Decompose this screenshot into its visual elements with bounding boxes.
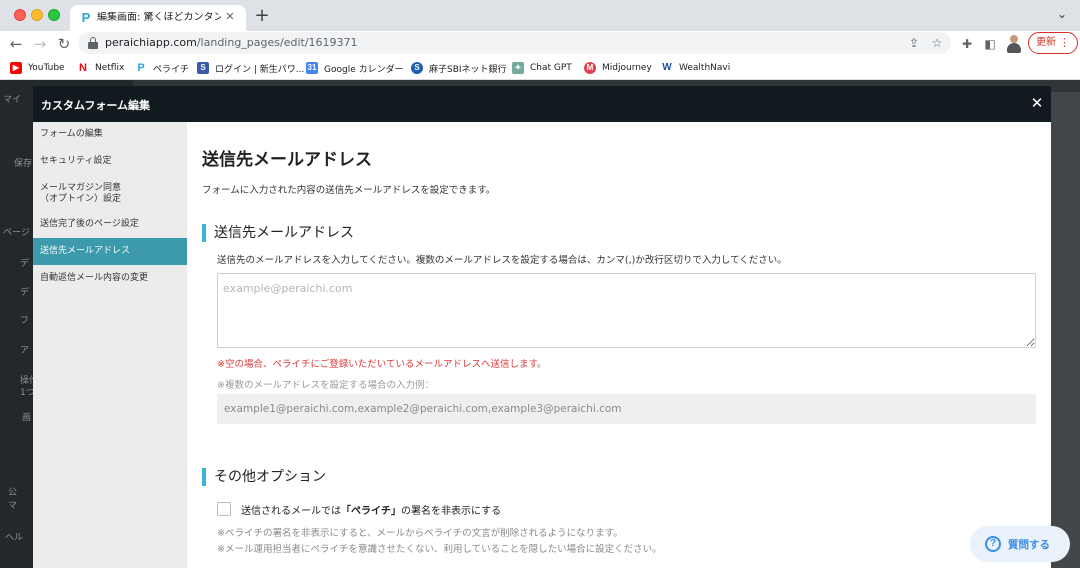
url-text: peraichiapp.com/landing_pages/edit/16193…	[105, 36, 358, 49]
sidebar-fragment: 画	[22, 413, 32, 423]
section-heading-recipient: 送信先メールアドレス	[202, 224, 354, 242]
help-button[interactable]: ? 質問する	[970, 526, 1070, 562]
share-icon[interactable]: ⇪	[906, 35, 922, 51]
side-panel-icon[interactable]: ◧	[981, 35, 999, 53]
help-label: 質問する	[1008, 538, 1050, 551]
address-bar[interactable]: peraichiapp.com/landing_pages/edit/16193…	[78, 32, 951, 54]
nav-label: メールマガジン同意 （オプトイン）設定	[40, 183, 122, 204]
bookmark-label: ペライチ	[153, 64, 190, 75]
sidebar-fragment: フ	[20, 316, 30, 326]
bookmark-label: 麻子SBIネット銀行	[429, 64, 507, 75]
tab-title: 編集画面: 驚くほどカンタン！無料	[97, 12, 221, 23]
wealthnavi-icon: W	[662, 62, 672, 73]
close-icon[interactable]: ✕	[1029, 95, 1045, 111]
sidebar-fragment: 保存	[14, 159, 33, 169]
browser-toolbar: ← → ↻ peraichiapp.com/landing_pages/edit…	[0, 31, 1080, 56]
sidebar-fragment: マイ	[3, 95, 22, 105]
sidebar-fragment: デ	[20, 288, 30, 298]
signature-note-2: ※メール運用担当者にペライチを意識させたくない、利用していることを隠したい場合に…	[217, 544, 662, 555]
forward-arrow-icon[interactable]: →	[30, 34, 50, 54]
bookmark-shinsei[interactable]: S ログイン | 新生パワ...	[197, 60, 304, 76]
empty-warning: ※空の場合、ペライチにご登録いただいているメールアドレスへ送信します。	[217, 359, 547, 370]
bookmarks-bar: ▶ YouTube N Netflix P ペライチ S ログイン | 新生パワ…	[0, 56, 1080, 80]
modal-content: 送信先メールアドレス フォームに入力された内容の送信先メールアドレスを設定できま…	[187, 122, 1051, 568]
hide-signature-option[interactable]: 送信されるメールでは「ペライチ」の署名を非表示にする	[217, 501, 501, 517]
question-icon: ?	[985, 536, 1001, 552]
sidebar-fragment: ページ	[3, 228, 30, 238]
sidebar-fragment: マ	[8, 501, 18, 511]
extensions-puzzle-icon[interactable]: ✚	[958, 35, 976, 53]
nav-item-recipient-email[interactable]: 送信先メールアドレス	[33, 238, 187, 265]
shinsei-icon: S	[197, 62, 209, 74]
nav-label: フォームの編集	[40, 129, 103, 139]
bookmark-chatgpt[interactable]: ✦ Chat GPT	[512, 60, 572, 76]
lock-icon	[88, 37, 98, 49]
midjourney-icon: M	[584, 62, 596, 74]
peraichi-favicon-icon: P	[81, 10, 91, 25]
bookmark-netflix[interactable]: N Netflix	[77, 60, 124, 76]
bookmark-youtube[interactable]: ▶ YouTube	[10, 60, 65, 76]
profile-avatar[interactable]	[1006, 35, 1022, 53]
reload-icon[interactable]: ↻	[54, 34, 74, 54]
close-window-button[interactable]	[14, 9, 26, 21]
netflix-icon: N	[79, 62, 87, 74]
bookmark-wealthnavi[interactable]: W WealthNavi	[661, 60, 730, 76]
sidebar-fragment: 公	[8, 488, 18, 498]
hide-signature-checkbox[interactable]	[217, 502, 231, 516]
back-arrow-icon[interactable]: ←	[6, 34, 26, 54]
nav-item-thanks-page[interactable]: 送信完了後のページ設定	[33, 211, 187, 237]
peraichi-icon: P	[137, 62, 145, 74]
nav-label: 自動返信メール内容の変更	[40, 273, 149, 283]
nav-item-auto-reply[interactable]: 自動返信メール内容の変更	[33, 265, 187, 291]
example-note: ※複数のメールアドレスを設定する場合の入力例：	[217, 380, 434, 391]
sbi-icon: S	[411, 62, 423, 74]
page-title: 送信先メールアドレス	[202, 150, 372, 170]
bookmark-label: Midjourney	[602, 63, 652, 73]
custom-form-modal: カスタムフォーム編集 ✕ フォームの編集 セキュリティ設定 メールマガジン同意 …	[33, 86, 1051, 568]
nav-label: 送信完了後のページ設定	[40, 219, 139, 229]
bookmark-peraichi[interactable]: P ペライチ	[135, 60, 189, 76]
bookmark-label: Chat GPT	[530, 63, 572, 73]
bookmark-label: Netflix	[95, 63, 125, 73]
browser-tab[interactable]: P 編集画面: 驚くほどカンタン！無料 ✕	[70, 5, 246, 31]
tab-search-chevron-icon[interactable]: ⌄	[1054, 7, 1070, 23]
bookmark-label: WealthNavi	[679, 63, 731, 73]
bookmark-star-icon[interactable]: ☆	[929, 35, 945, 51]
sidebar-fragment: デ	[20, 259, 30, 269]
maximize-window-button[interactable]	[48, 9, 60, 21]
sidebar-fragment: ア	[20, 346, 30, 356]
calendar-icon: 31	[306, 62, 318, 74]
page-description: フォームに入力された内容の送信先メールアドレスを設定できます。	[202, 185, 496, 196]
modal-header: カスタムフォーム編集 ✕	[33, 86, 1051, 122]
section-heading-options: その他オプション	[202, 468, 326, 486]
tab-close-icon[interactable]: ✕	[223, 10, 237, 24]
hide-signature-label[interactable]: 送信されるメールでは「ペライチ」の署名を非表示にする	[241, 502, 501, 517]
bookmark-midjourney[interactable]: M Midjourney	[584, 60, 652, 76]
bookmark-label: YouTube	[28, 63, 65, 73]
example-value-box: example1@peraichi.com,example2@peraichi.…	[217, 394, 1036, 424]
nav-item-form-edit[interactable]: フォームの編集	[33, 122, 187, 147]
nav-label: 送信先メールアドレス	[40, 246, 131, 256]
nav-item-optin[interactable]: メールマガジン同意 （オプトイン）設定	[33, 178, 187, 210]
chatgpt-icon: ✦	[512, 62, 524, 74]
bookmark-google-calendar[interactable]: 31 Google カレンダー	[306, 60, 404, 76]
nav-item-security[interactable]: セキュリティ設定	[33, 148, 187, 174]
update-button[interactable]: 更新 ⋮	[1028, 32, 1078, 54]
youtube-icon: ▶	[10, 62, 22, 74]
new-tab-button[interactable]: +	[252, 6, 272, 26]
modal-title: カスタムフォーム編集	[41, 99, 151, 112]
bookmark-label: ログイン | 新生パワ...	[215, 64, 305, 75]
signature-note-1: ※ペライチの署名を非表示にすると、メールからペライチの文言が削除されるようになり…	[217, 528, 623, 539]
tab-strip: P 編集画面: 驚くほどカンタン！無料 ✕ + ⌄	[0, 0, 1080, 31]
recipient-email-textarea[interactable]	[217, 273, 1036, 348]
menu-dots-icon: ⋮	[1059, 36, 1070, 49]
bookmark-sbi[interactable]: S 麻子SBIネット銀行	[411, 60, 507, 76]
modal-nav: フォームの編集 セキュリティ設定 メールマガジン同意 （オプトイン）設定 送信完…	[33, 122, 187, 568]
recipient-instruction: 送信先のメールアドレスを入力してください。複数のメールアドレスを設定する場合は、…	[217, 255, 787, 266]
sidebar-fragment: ヘル	[5, 533, 24, 543]
bookmark-label: Google カレンダー	[324, 64, 404, 75]
minimize-window-button[interactable]	[31, 9, 43, 21]
nav-label: セキュリティ設定	[40, 156, 112, 166]
